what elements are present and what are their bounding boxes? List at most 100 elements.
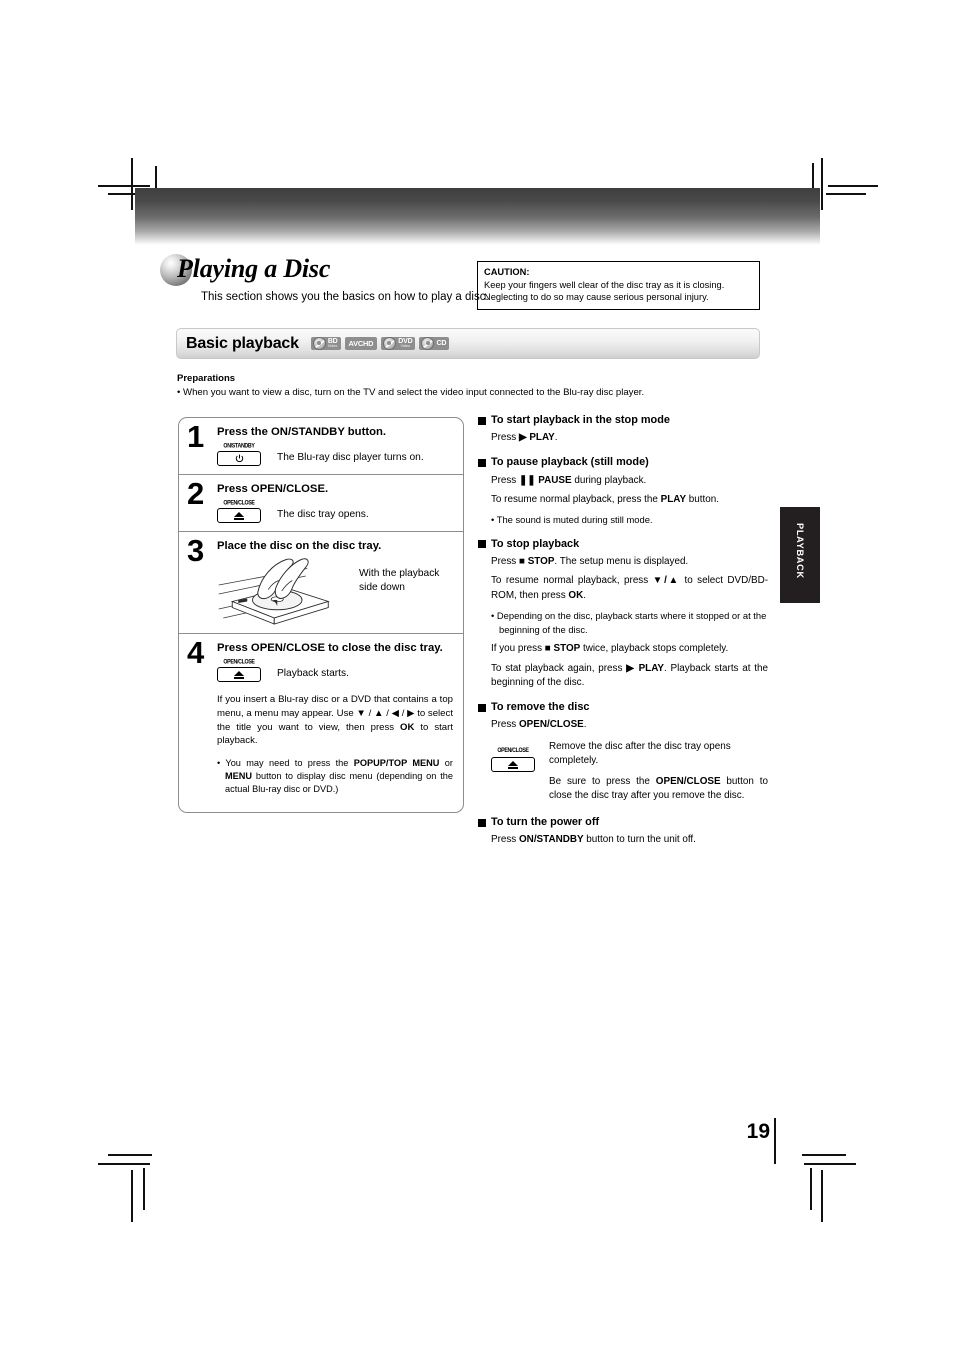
- t4: button.: [686, 493, 719, 505]
- section-body: Press ▶ PLAY.: [491, 431, 768, 445]
- side-tab-playback: PLAYBACK: [780, 507, 820, 603]
- step-heading: Place the disc on the disc tray.: [217, 540, 382, 553]
- key-label: ON/STANDBY: [223, 442, 255, 451]
- page-title: Playing a Disc: [177, 254, 331, 283]
- avchd-label: AVCHD: [348, 338, 374, 348]
- page-content: Playing a Disc This section shows you th…: [0, 0, 954, 1351]
- play-button-ref: ▶ PLAY: [626, 662, 665, 674]
- paragraph: Press ■ STOP. The setup menu is displaye…: [491, 555, 768, 569]
- step-heading: Press the ON/STANDBY button.: [217, 426, 387, 438]
- disc-glyph-icon: [383, 337, 397, 350]
- step-number: 1: [187, 419, 204, 454]
- heading-text: To remove the disc: [491, 701, 590, 714]
- section-header-basic-playback: Basic playback BD Video AVCHD DVD Video: [176, 328, 760, 359]
- key-label: OPEN/CLOSE: [223, 658, 255, 667]
- bd-video-icon: BD Video: [310, 337, 341, 350]
- bullet-note: • The sound is muted during still mode.: [491, 514, 653, 526]
- paragraph: Press ❚❚ PAUSE during playback.: [491, 474, 768, 488]
- heading-text: To turn the power off: [491, 816, 600, 829]
- t2: . The setup menu is displayed.: [554, 555, 689, 567]
- section-title: Basic playback: [186, 334, 299, 352]
- t3: Be sure to press the: [549, 775, 656, 787]
- key-label: OPEN/CLOSE: [497, 746, 529, 755]
- on-standby-button-ref: ON/STANDBY: [519, 834, 584, 846]
- ok-button-ref: OK: [568, 589, 584, 601]
- heading-text: To pause playback (still mode): [491, 456, 649, 469]
- footer-rule: [774, 1118, 776, 1164]
- steps-panel: 1 Press the ON/STANDBY button. ON/STANDB…: [178, 417, 464, 814]
- play-button-ref: ▶ PLAY: [519, 432, 555, 444]
- stop-button-ref: ■ STOP: [544, 643, 581, 655]
- caution-line-2: Neglecting to do so may cause serious pe…: [484, 292, 709, 303]
- t1: Press: [491, 432, 519, 444]
- heading-text: To start playback in the stop mode: [491, 414, 670, 426]
- section-start-playback: To start playback in the stop mode Press…: [478, 414, 768, 445]
- t7: twice, playback stops completely.: [580, 643, 729, 655]
- step-note: With the playback side down: [359, 568, 440, 593]
- caution-line-1: Keep your fingers well clear of the disc…: [484, 279, 725, 290]
- step-note: The Blu-ray disc player turns on.: [277, 452, 424, 464]
- square-bullet-icon: [478, 540, 486, 549]
- on-standby-key-icon: ON/STANDBY: [217, 442, 261, 467]
- t6: If you press: [491, 643, 545, 655]
- remove-disc-text: Remove the disc after the disc tray open…: [549, 740, 768, 803]
- arrow-keys-glyphs: ▼/▲: [652, 575, 681, 587]
- step-4-extra: If you insert a Blu-ray disc or a DVD th…: [217, 693, 453, 796]
- bullet-note: • Depending on the disc, playback starts…: [491, 610, 767, 635]
- open-close-key-icon: OPEN/CLOSE: [217, 499, 261, 524]
- b1b: or: [439, 757, 453, 768]
- step-4-bullet: • You may need to press the POPUP/TOP ME…: [217, 757, 453, 796]
- dvd-sublabel: Video: [400, 344, 411, 349]
- preparations-title: Preparations: [177, 373, 236, 384]
- square-bullet-icon: [478, 703, 486, 712]
- pause-button-ref: ❚❚ PAUSE: [519, 474, 572, 486]
- caution-box: CAUTION: Keep your fingers well clear of…: [477, 261, 760, 310]
- disc-tray-illustration: [218, 558, 330, 625]
- paragraph: Remove the disc after the disc tray open…: [549, 740, 731, 767]
- section-body: Press OPEN/CLOSE. OPEN/CLOSE Remove the …: [491, 718, 768, 803]
- section-pause-playback: To pause playback (still mode) Press ❚❚ …: [478, 456, 768, 526]
- page-subtitle: This section shows you the basics on how…: [201, 291, 489, 303]
- t3: To resume normal playback, press the: [491, 493, 661, 505]
- popup-top-menu-ref: POPUP/TOP MENU: [353, 757, 440, 768]
- key-label: OPEN/CLOSE: [223, 499, 255, 508]
- section-heading: To remove the disc: [478, 701, 768, 714]
- paragraph: To resume normal playback, press ▼/▲ to …: [491, 574, 768, 603]
- right-column: To start playback in the stop mode Press…: [478, 414, 768, 859]
- remove-disc-row: OPEN/CLOSE Remove the disc after the dis…: [491, 740, 768, 803]
- open-close-button-ref: OPEN/CLOSE: [655, 775, 721, 787]
- section-body: Press ■ STOP. The setup menu is displaye…: [491, 555, 768, 690]
- step-4: 4 Press OPEN/CLOSE to close the disc tra…: [179, 633, 463, 812]
- paragraph: Press ON/STANDBY button to turn the unit…: [491, 833, 768, 847]
- eject-icon: [234, 670, 244, 680]
- dvd-video-icon: DVD Video: [381, 337, 416, 350]
- square-bullet-icon: [478, 458, 486, 467]
- stop-button-ref: ■ STOP: [519, 555, 555, 567]
- t2: button to turn the unit off.: [583, 834, 696, 846]
- step-heading: Press OPEN/CLOSE.: [217, 483, 329, 496]
- t1: Press: [491, 555, 519, 567]
- ok-button-ref: OK: [400, 721, 415, 733]
- caution-label: CAUTION:: [484, 267, 530, 277]
- t2: .: [554, 432, 558, 444]
- section-heading: To start playback in the stop mode: [478, 414, 768, 427]
- t8: To stat playback again, press: [491, 662, 627, 674]
- t2: during playback.: [571, 474, 647, 486]
- cd-icon: CD: [419, 337, 450, 350]
- bd-sublabel: Video: [327, 344, 338, 349]
- paragraph: To resume normal playback, press the PLA…: [491, 493, 768, 507]
- t1: Press: [491, 719, 519, 731]
- step-number: 3: [187, 533, 204, 569]
- paragraph: Be sure to press the OPEN/CLOSE button t…: [549, 775, 768, 804]
- b1c: button to display disc menu (depending o…: [225, 770, 453, 794]
- paragraph: Press OPEN/CLOSE.: [491, 718, 768, 732]
- section-remove-disc: To remove the disc Press OPEN/CLOSE. OPE…: [478, 701, 768, 803]
- cd-label: CD: [436, 340, 447, 347]
- t3: To resume normal playback, press: [491, 575, 653, 587]
- paragraph: To stat playback again, press ▶ PLAY. Pl…: [491, 662, 768, 691]
- step-note: The disc tray opens.: [277, 509, 369, 521]
- section-body: Press ON/STANDBY button to turn the unit…: [491, 833, 768, 847]
- paragraph: If you press ■ STOP twice, playback stop…: [491, 642, 768, 656]
- supported-disc-icons: BD Video AVCHD DVD Video CD: [310, 337, 450, 350]
- section-body: Press ❚❚ PAUSE during playback. To resum…: [491, 474, 768, 527]
